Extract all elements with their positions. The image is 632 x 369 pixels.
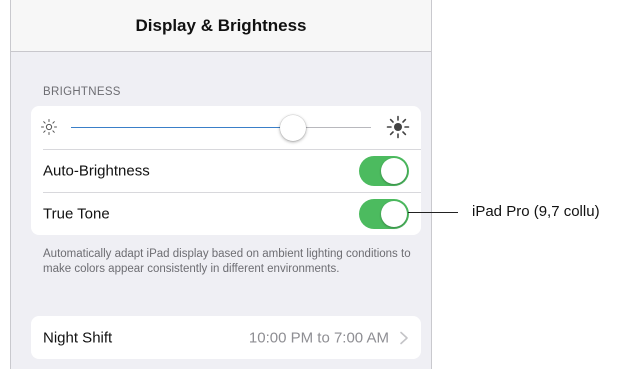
sun-large-icon <box>386 115 410 139</box>
auto-brightness-label: Auto-Brightness <box>43 162 150 179</box>
settings-panel: Display & Brightness BRIGHTNESS Auto-Bri… <box>10 0 432 369</box>
auto-brightness-toggle[interactable] <box>359 155 409 186</box>
true-tone-toggle[interactable] <box>359 198 409 229</box>
toggle-knob <box>381 157 407 184</box>
true-tone-description: Automatically adapt iPad display based o… <box>43 248 411 275</box>
night-shift-label: Night Shift <box>43 329 113 346</box>
chevron-right-icon <box>400 331 408 344</box>
brightness-group: Auto-Brightness True Tone <box>31 106 421 235</box>
auto-brightness-row: Auto-Brightness <box>31 149 421 192</box>
navigation-bar: Display & Brightness <box>11 0 431 52</box>
callout-line <box>408 212 458 213</box>
night-shift-schedule: 10:00 PM to 7:00 AM <box>248 329 389 346</box>
brightness-slider-row <box>31 106 421 149</box>
row-divider <box>43 149 421 150</box>
sun-small-icon <box>41 119 57 135</box>
brightness-section-header: BRIGHTNESS <box>43 86 121 98</box>
brightness-slider-thumb[interactable] <box>280 115 306 141</box>
night-shift-row[interactable]: Night Shift 10:00 PM to 7:00 AM <box>31 316 421 359</box>
row-divider <box>43 192 421 193</box>
toggle-knob <box>381 200 407 227</box>
callout-label: iPad Pro (9,7 collu) <box>472 203 600 220</box>
brightness-track-filled[interactable] <box>71 127 293 128</box>
true-tone-row: True Tone <box>31 192 421 235</box>
true-tone-label: True Tone <box>43 205 110 222</box>
page-title: Display & Brightness <box>135 15 307 35</box>
